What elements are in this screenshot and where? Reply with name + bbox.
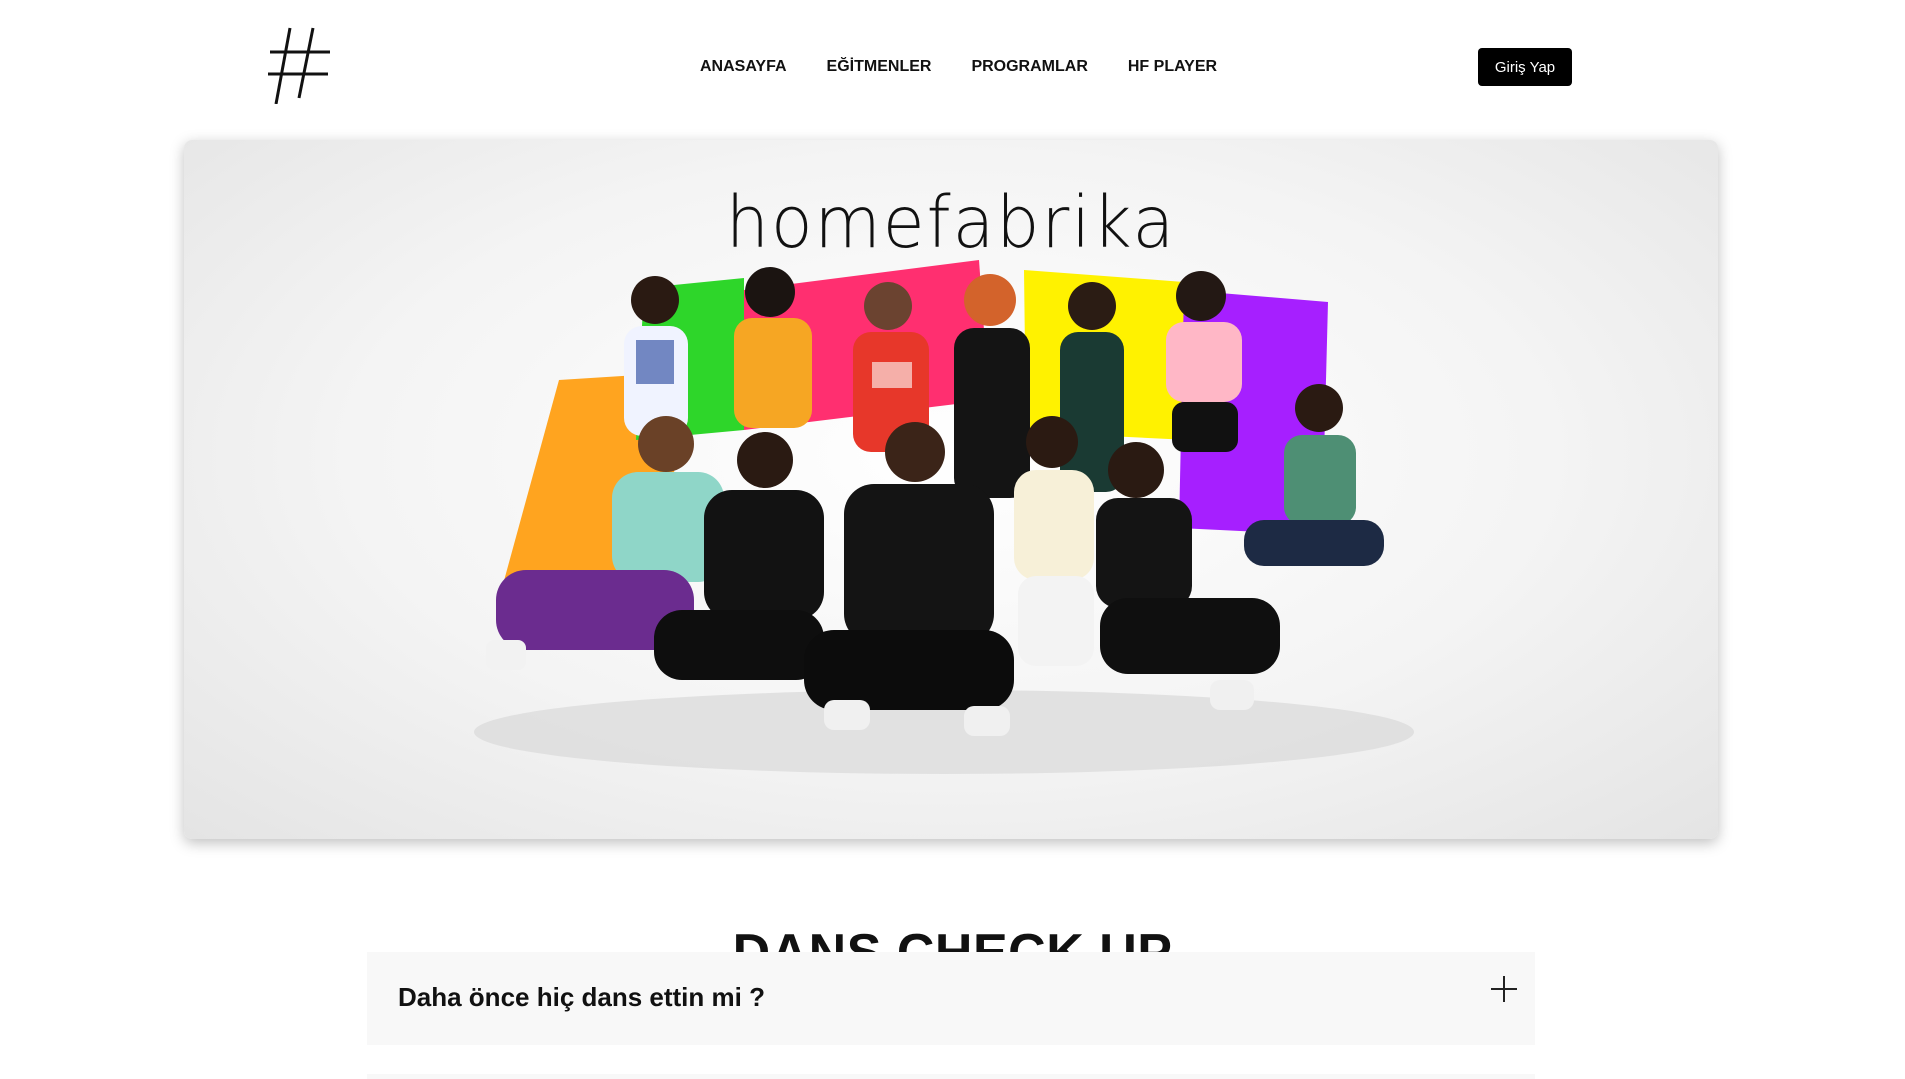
top-navbar: ANASAYFA EĞİTMENLER PROGRAMLAR HF PLAYER… bbox=[0, 0, 1905, 130]
faq-item[interactable]: Daha önce hiç dans ettin mi ? bbox=[367, 952, 1535, 1045]
main-nav: ANASAYFA EĞİTMENLER PROGRAMLAR HF PLAYER bbox=[700, 58, 1217, 76]
brand-wordmark: homefabrika bbox=[725, 182, 1177, 265]
plus-icon[interactable] bbox=[1491, 976, 1517, 1002]
nav-link-egitmenler[interactable]: EĞİTMENLER bbox=[827, 58, 932, 75]
faq-question: Daha önce hiç dans ettin mi ? bbox=[398, 982, 765, 1012]
dancer-back-1 bbox=[624, 276, 688, 436]
nav-link-programlar[interactable]: PROGRAMLAR bbox=[971, 58, 1087, 75]
dancer-back-4 bbox=[954, 274, 1030, 498]
faq-item-next bbox=[367, 1074, 1535, 1079]
login-button[interactable]: Giriş Yap bbox=[1478, 48, 1572, 86]
nav-link-hf-player[interactable]: HF PLAYER bbox=[1128, 58, 1217, 75]
hash-logo-icon[interactable] bbox=[268, 26, 332, 105]
hero-banner: homefabrika bbox=[184, 140, 1718, 839]
nav-link-anasayfa[interactable]: ANASAYFA bbox=[700, 58, 787, 75]
